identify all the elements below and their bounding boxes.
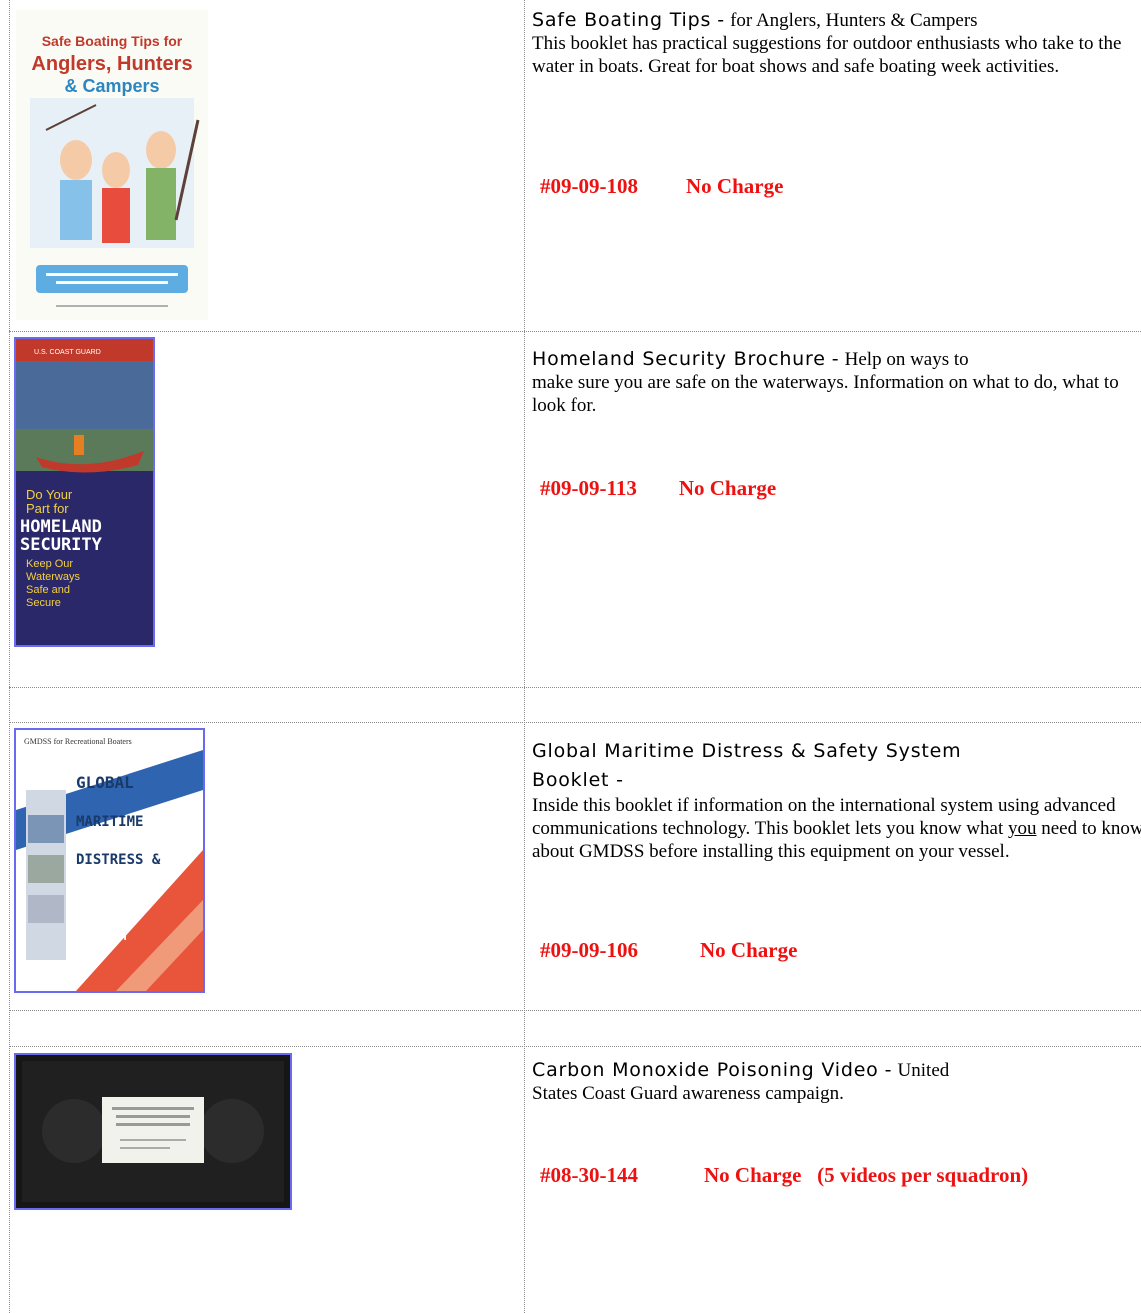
carbon-monoxide-video-image (14, 1053, 292, 1210)
cover-text: DISTRESS & (76, 852, 161, 868)
title-dash: - (825, 348, 845, 370)
item-text: Homeland Security Brochure - Help on way… (532, 348, 1141, 417)
cover-text: Do Your (26, 487, 73, 502)
order-line: #09-09-106 No Charge (540, 938, 797, 963)
item-text: Carbon Monoxide Poisoning Video - United… (532, 1059, 1141, 1105)
cover-header: GMDSS for Recreational Boaters (24, 737, 132, 746)
order-line: #09-09-108 No Charge (540, 174, 783, 199)
item-title-continued: Booklet - (532, 769, 624, 791)
row-divider (9, 1046, 1141, 1047)
row-divider (9, 722, 1141, 723)
item-description-cell: Safe Boating Tips - for Anglers, Hunters… (532, 9, 1141, 78)
gmdss-cover-image: GMDSS for Recreational Boaters GLOBAL MA… (14, 728, 205, 993)
item-subtitle: Help on ways to (844, 349, 969, 370)
safe-boating-tips-cover-image: Safe Boating Tips for Anglers, Hunters &… (16, 10, 208, 320)
item-description: This booklet has practical suggestions f… (532, 33, 1122, 77)
item-description: make sure you are safe on the waterways.… (532, 372, 1119, 416)
item-description-cell: Carbon Monoxide Poisoning Video - United… (532, 1059, 1141, 1105)
order-number: #09-09-113 (540, 476, 637, 500)
item-description: States Coast Guard awareness campaign. (532, 1083, 844, 1104)
item-description-emphasis: you (1008, 818, 1037, 839)
item-title: Safe Boating Tips (532, 9, 712, 31)
item-title: Homeland Security Brochure (532, 348, 826, 370)
cover-text: GLOBAL (76, 773, 134, 792)
order-number: #09-09-106 (540, 938, 638, 962)
cover-text: Keep Our (26, 558, 73, 570)
price-label: No Charge (686, 174, 784, 198)
cover-title-line: Anglers, Hunters (31, 53, 192, 75)
row-divider (9, 331, 1141, 332)
title-dash: - (711, 9, 731, 31)
order-line: #09-09-113 No Charge (540, 476, 776, 501)
cover-text: SAFETY (76, 890, 127, 906)
row-divider (9, 687, 1141, 688)
cover-header: U.S. COAST GUARD (34, 349, 101, 356)
item-text: Safe Boating Tips - for Anglers, Hunters… (532, 9, 1141, 78)
price-label: No Charge (5 videos per squadron) (704, 1163, 1029, 1187)
item-text: Global Maritime Distress & Safety System… (532, 736, 1141, 863)
item-subtitle: United (897, 1060, 950, 1081)
cover-text: Part for (26, 501, 69, 516)
cover-text: SECURITY (20, 535, 103, 555)
cover-text: Waterways (26, 571, 80, 583)
price-label: No Charge (700, 938, 798, 962)
item-title: Global Maritime Distress & Safety System (532, 740, 962, 762)
item-description-cell: Global Maritime Distress & Safety System… (532, 736, 1141, 863)
cover-text: HOMELAND (20, 517, 102, 537)
cover-title-line: & Campers (64, 76, 159, 96)
order-number: #09-09-108 (540, 174, 638, 198)
cover-text: Secure (26, 597, 61, 609)
cover-title-line: Safe Boating Tips for (42, 33, 183, 49)
item-description-cell: Homeland Security Brochure - Help on way… (532, 348, 1141, 417)
cover-text: Safe and (26, 584, 70, 596)
table-column-divider (524, 0, 525, 1313)
item-title: Carbon Monoxide Poisoning Video (532, 1059, 879, 1081)
order-line: #08-30-144 No Charge (5 videos per squadr… (540, 1163, 1028, 1188)
row-divider (9, 1010, 1141, 1011)
item-subtitle: for Anglers, Hunters & Campers (730, 10, 978, 31)
order-number: #08-30-144 (540, 1163, 638, 1187)
homeland-security-cover-image: U.S. COAST GUARD Do Your Part for HOMELA… (14, 337, 155, 647)
table-left-border (9, 0, 10, 1313)
title-dash: - (878, 1059, 898, 1081)
cover-text: MARITIME (76, 814, 143, 830)
price-label: No Charge (678, 476, 777, 500)
cover-text: SYSTEM (76, 928, 127, 944)
